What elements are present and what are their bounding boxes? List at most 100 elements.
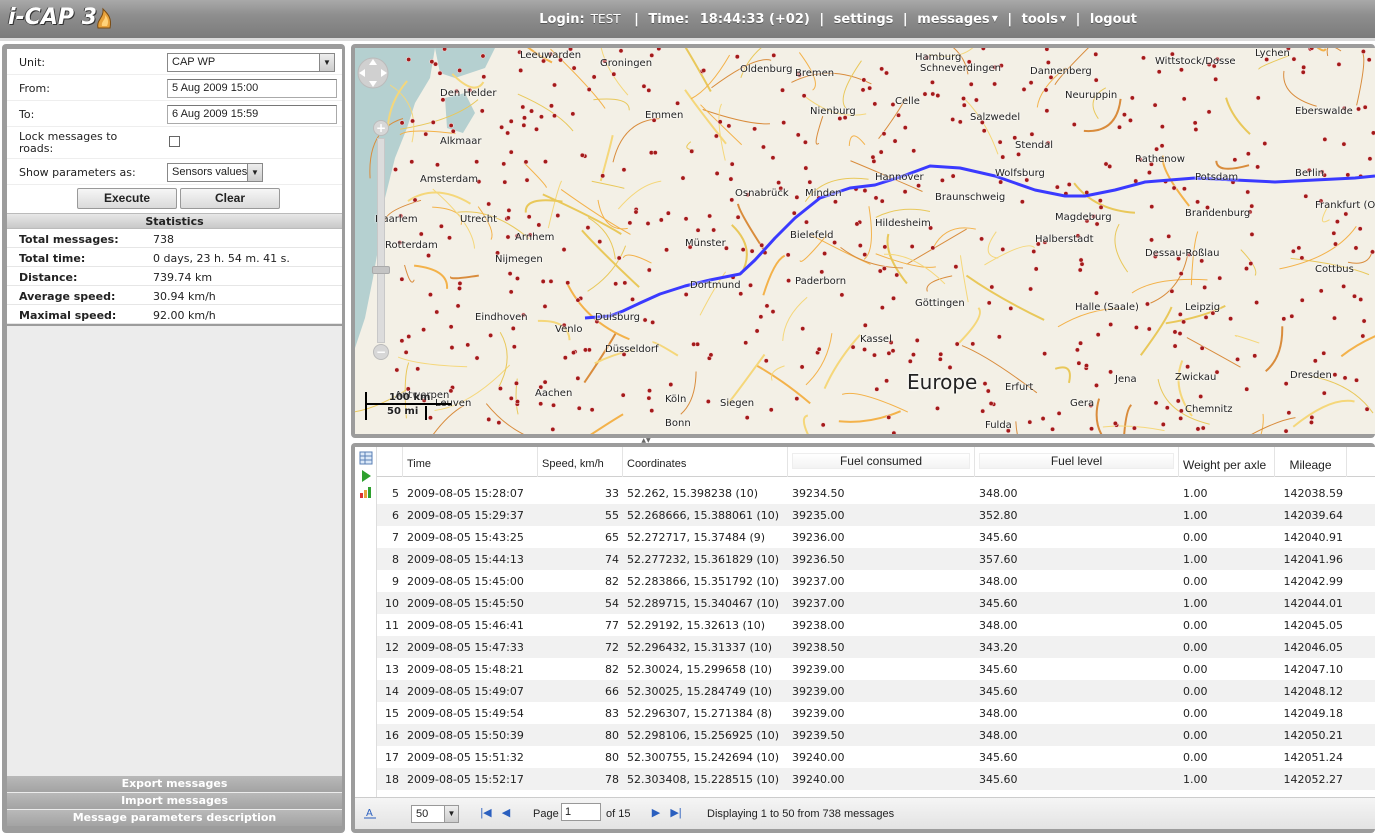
city-marker [854, 221, 860, 227]
import-messages-link[interactable]: Import messages [7, 793, 342, 809]
city-marker [1193, 127, 1199, 133]
zoom-slider-handle[interactable] [372, 266, 390, 274]
city-marker [957, 119, 963, 125]
table-row[interactable]: 13 2009-08-05 15:48:21 82 52.30024, 15.2996… [377, 658, 1375, 680]
city-marker [1031, 249, 1037, 255]
export-messages-link[interactable]: Export messages [7, 776, 342, 792]
map-view[interactable]: Leeuwarden Groningen Oldenburg Bremen Hambur… [355, 48, 1375, 434]
table-row[interactable]: 18 2009-08-05 15:52:17 78 52.303408, 15.228… [377, 768, 1375, 790]
city-label: Salzwedel [970, 112, 1021, 123]
city-marker [939, 177, 945, 183]
show-params-row: Show parameters as: Sensors values ▼ [7, 159, 342, 185]
pager-status: Displaying 1 to 50 from 738 messages [707, 808, 895, 820]
first-page-icon[interactable]: |◀ [479, 806, 493, 820]
page-size-select[interactable]: 50 ▼ [411, 805, 459, 823]
col-mileage[interactable]: Mileage [1275, 447, 1347, 477]
zoom-out-icon[interactable]: − [373, 344, 389, 360]
col-time[interactable]: Time [403, 447, 538, 477]
cell-coordinates: 52.30025, 15.284749 (10) [627, 685, 773, 698]
clear-button[interactable]: Clear [180, 188, 280, 209]
city-marker [434, 309, 440, 315]
city-marker [1083, 363, 1089, 369]
cell-speed: 82 [605, 663, 619, 676]
table-row[interactable]: 17 2009-08-05 15:51:32 80 52.300755, 15.242… [377, 746, 1375, 768]
city-marker [916, 183, 922, 189]
cell-weight-per-axle: 1.00 [1183, 553, 1208, 566]
map-canvas[interactable] [355, 48, 1375, 434]
table-icon[interactable] [359, 451, 373, 465]
zoom-in-icon[interactable]: + [373, 120, 389, 136]
cell-fuel-consumed: 39236.50 [792, 553, 845, 566]
city-marker [1019, 199, 1025, 205]
city-marker [1321, 350, 1327, 356]
table-row[interactable]: 11 2009-08-05 15:46:41 77 52.29192, 15.3261… [377, 614, 1375, 636]
cell-weight-per-axle: 0.00 [1183, 641, 1208, 654]
city-marker [989, 284, 995, 290]
prev-page-icon[interactable]: ◀ [499, 806, 513, 820]
table-row[interactable]: 16 2009-08-05 15:50:39 80 52.298106, 15.256… [377, 724, 1375, 746]
panel-splitter-handle[interactable]: ▲▼ [636, 437, 656, 444]
table-row[interactable]: 14 2009-08-05 15:49:07 66 52.30025, 15.2847… [377, 680, 1375, 702]
table-row[interactable]: 7 2009-08-05 15:43:25 65 52.272717, 15.3748… [377, 526, 1375, 548]
table-row[interactable]: 5 2009-08-05 15:28:07 33 52.262, 15.398238 … [377, 482, 1375, 504]
city-marker [448, 122, 454, 128]
chevron-down-icon[interactable]: ▼ [247, 164, 262, 181]
city-marker [575, 297, 581, 303]
show-params-select[interactable]: Sensors values ▼ [167, 163, 263, 182]
col-fuel-consumed[interactable]: Fuel consumed [788, 447, 975, 477]
play-icon[interactable] [359, 469, 373, 483]
city-marker [922, 91, 928, 97]
tools-menu[interactable]: tools ▼ [1022, 12, 1066, 27]
col-speed[interactable]: Speed, km/h [538, 447, 623, 477]
city-marker [1164, 405, 1170, 411]
table-row[interactable]: 8 2009-08-05 15:44:13 74 52.277232, 15.3618… [377, 548, 1375, 570]
page-number-input[interactable]: 1 [561, 803, 601, 821]
city-marker [680, 175, 686, 181]
city-marker [1129, 95, 1135, 101]
city-marker [768, 407, 774, 413]
execute-button[interactable]: Execute [77, 188, 177, 209]
cell-mileage: 142046.05 [1283, 641, 1344, 654]
city-marker [1342, 375, 1348, 381]
map-zoom-control[interactable]: + − [372, 116, 390, 364]
chart-icon[interactable] [359, 485, 373, 499]
city-marker [1098, 204, 1104, 210]
left-panel: Unit: CAP WP ▼ From: 5 Aug 2009 15:00 To… [2, 44, 345, 833]
city-marker [1028, 80, 1034, 86]
table-row[interactable]: 9 2009-08-05 15:45:00 82 52.283866, 15.3517… [377, 570, 1375, 592]
map-pan-control[interactable] [355, 48, 391, 102]
zoom-slider-track[interactable] [377, 138, 385, 343]
table-row[interactable]: 12 2009-08-05 15:47:33 72 52.296432, 15.313… [377, 636, 1375, 658]
settings-link[interactable]: settings [834, 12, 894, 27]
cell-weight-per-axle: 0.00 [1183, 531, 1208, 544]
city-label: Alkmaar [440, 136, 482, 147]
last-page-icon[interactable]: ▶| [669, 806, 683, 820]
to-date-input[interactable]: 6 Aug 2009 15:59 [167, 105, 337, 124]
table-row[interactable]: 10 2009-08-05 15:45:50 54 52.289715, 15.340… [377, 592, 1375, 614]
lock-roads-checkbox[interactable] [169, 136, 180, 147]
parameters-description-link[interactable]: Message parameters description [7, 810, 342, 826]
table-row[interactable]: 15 2009-08-05 15:49:54 83 52.296307, 15.271… [377, 702, 1375, 724]
city-marker [510, 325, 516, 331]
chevron-down-icon[interactable]: ▼ [444, 806, 458, 822]
city-label: Halberstadt [1035, 234, 1094, 245]
unit-select[interactable]: CAP WP ▼ [167, 53, 335, 72]
city-marker [1178, 67, 1184, 73]
logout-link[interactable]: logout [1090, 12, 1137, 27]
city-marker [1016, 151, 1022, 157]
font-size-icon[interactable]: A [363, 806, 377, 820]
chevron-down-icon[interactable]: ▼ [319, 54, 334, 71]
city-label: Erfurt [1005, 382, 1034, 393]
next-page-icon[interactable]: ▶ [649, 806, 663, 820]
col-coordinates[interactable]: Coordinates [623, 447, 788, 477]
from-date-input[interactable]: 5 Aug 2009 15:00 [167, 79, 337, 98]
col-fuel-level[interactable]: Fuel level [975, 447, 1179, 477]
city-marker [1159, 124, 1165, 130]
col-weight-per-axle[interactable]: Weight per axle [1179, 447, 1275, 477]
table-row[interactable]: 6 2009-08-05 15:29:37 55 52.268666, 15.3880… [377, 504, 1375, 526]
messages-menu[interactable]: messages ▼ [917, 12, 998, 27]
city-marker [879, 305, 885, 311]
city-marker [1054, 184, 1060, 190]
unit-row: Unit: CAP WP ▼ [7, 49, 342, 75]
city-marker [1200, 425, 1206, 431]
